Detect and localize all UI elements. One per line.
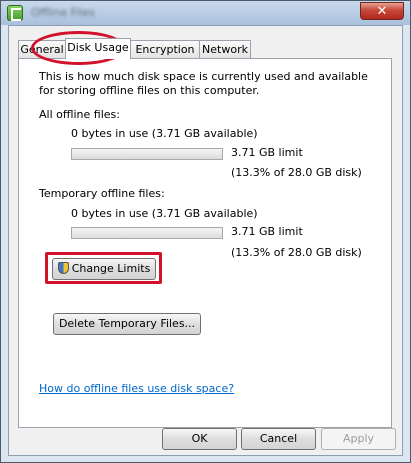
tab-disk-usage[interactable]: Disk Usage	[65, 38, 131, 59]
change-limits-label: Change Limits	[71, 262, 151, 275]
temp-files-limit: 3.71 GB limit	[231, 225, 303, 238]
intro-text: This is how much disk space is currently…	[39, 70, 368, 97]
all-files-heading: All offline files:	[39, 108, 120, 121]
temp-files-usage-bar	[71, 227, 223, 239]
apply-button[interactable]: Apply	[321, 428, 396, 450]
all-files-usage-bar	[71, 148, 223, 160]
temp-files-heading: Temporary offline files:	[39, 187, 165, 200]
tab-encryption[interactable]: Encryption	[130, 40, 200, 58]
tab-general[interactable]: General	[18, 40, 66, 58]
disk-usage-panel: This is how much disk space is currently…	[18, 58, 392, 428]
help-link[interactable]: How do offline files use disk space?	[39, 382, 234, 395]
title-bar: Offline Files ✕	[1, 1, 410, 25]
all-files-percent: (13.3% of 28.0 GB disk)	[231, 166, 362, 179]
cancel-button[interactable]: Cancel	[241, 428, 316, 450]
dialog-client-area: General Disk Usage Encryption Network Th…	[8, 25, 403, 456]
tab-network[interactable]: Network	[199, 40, 251, 58]
close-button[interactable]: ✕	[360, 2, 404, 20]
temp-files-percent: (13.3% of 28.0 GB disk)	[231, 246, 362, 259]
window-title: Offline Files	[31, 6, 95, 19]
change-limits-button[interactable]: Change Limits	[52, 258, 156, 280]
uac-shield-icon	[57, 262, 69, 274]
ok-button[interactable]: OK	[162, 428, 237, 450]
offline-files-dialog: Offline Files ✕ General Disk Usage Encry…	[0, 0, 411, 463]
temp-files-usage: 0 bytes in use (3.71 GB available)	[71, 207, 258, 220]
offline-files-sync-icon	[7, 5, 23, 21]
all-files-limit: 3.71 GB limit	[231, 146, 303, 159]
all-files-usage: 0 bytes in use (3.71 GB available)	[71, 127, 258, 140]
delete-temporary-files-button[interactable]: Delete Temporary Files...	[53, 313, 201, 335]
